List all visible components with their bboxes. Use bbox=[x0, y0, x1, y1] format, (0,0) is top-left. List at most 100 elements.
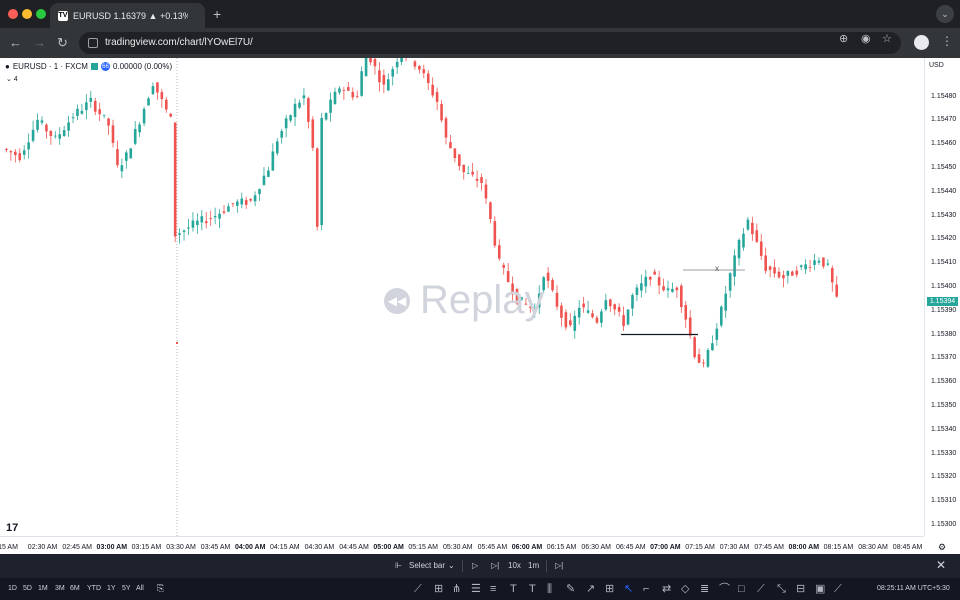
grid-icon[interactable]: ⊞ bbox=[605, 583, 614, 595]
candle-body[interactable] bbox=[471, 171, 474, 175]
candle-body[interactable] bbox=[18, 153, 22, 161]
candle-body[interactable] bbox=[480, 177, 483, 183]
candle-body[interactable] bbox=[582, 303, 585, 308]
candle-body[interactable] bbox=[786, 270, 790, 276]
arrows-icon[interactable]: ⇄ bbox=[662, 583, 671, 595]
candle-body[interactable] bbox=[107, 118, 110, 126]
candle-body[interactable] bbox=[475, 178, 479, 181]
candle-body[interactable] bbox=[777, 271, 781, 278]
candle-body[interactable] bbox=[129, 148, 133, 159]
candle-body[interactable] bbox=[275, 141, 279, 154]
avatar[interactable] bbox=[914, 35, 929, 50]
candle-body[interactable] bbox=[564, 312, 568, 328]
new-tab-icon[interactable]: + bbox=[213, 6, 221, 22]
path-icon[interactable]: ⟋ bbox=[757, 583, 765, 595]
candle-body[interactable] bbox=[724, 293, 728, 311]
range-button-3m[interactable]: 3M bbox=[55, 585, 65, 592]
candle-body[interactable] bbox=[466, 173, 470, 174]
candle-body[interactable] bbox=[182, 230, 186, 232]
candle-body[interactable] bbox=[338, 88, 341, 93]
eye-icon[interactable]: ◉ bbox=[861, 32, 871, 45]
range-button-1y[interactable]: 1Y bbox=[107, 585, 116, 592]
candle-body[interactable] bbox=[640, 283, 643, 291]
candle-body[interactable] bbox=[204, 221, 208, 224]
clock-timezone[interactable]: 08:25:11 AM UTC+5:30 bbox=[877, 585, 950, 592]
select-bar-button[interactable]: Select bar bbox=[409, 561, 445, 570]
trend-line-icon[interactable]: ⟋ bbox=[414, 583, 422, 595]
candle-body[interactable] bbox=[369, 58, 372, 63]
range-button-1m[interactable]: 1M bbox=[38, 585, 48, 592]
candle-body[interactable] bbox=[813, 260, 816, 265]
speed-button[interactable]: 10x bbox=[508, 561, 521, 570]
candle-body[interactable] bbox=[85, 102, 88, 111]
candle-body[interactable] bbox=[644, 276, 648, 287]
close-window-button[interactable] bbox=[8, 9, 18, 19]
candle-body[interactable] bbox=[125, 152, 128, 161]
candle-body[interactable] bbox=[386, 79, 390, 91]
candle-body[interactable] bbox=[311, 119, 315, 148]
candle-body[interactable] bbox=[755, 230, 759, 242]
candle-body[interactable] bbox=[817, 260, 821, 263]
candle-body[interactable] bbox=[440, 104, 443, 121]
candle-body[interactable] bbox=[822, 257, 825, 267]
candle-body[interactable] bbox=[835, 284, 839, 297]
close-replay-icon[interactable]: ✕ bbox=[936, 558, 946, 572]
candle-body[interactable] bbox=[546, 272, 550, 281]
candle-body[interactable] bbox=[49, 130, 53, 137]
indicators-collapse-toggle[interactable]: ⌄ 4 bbox=[6, 75, 18, 83]
callout-icon[interactable]: ⌐ bbox=[643, 583, 649, 595]
candle-body[interactable] bbox=[58, 134, 62, 139]
candle-body[interactable] bbox=[27, 142, 30, 150]
candle-body[interactable] bbox=[342, 90, 346, 91]
candle-body[interactable] bbox=[98, 109, 101, 115]
candle-body[interactable] bbox=[617, 307, 621, 312]
candle-body[interactable] bbox=[244, 200, 248, 205]
candle-body[interactable] bbox=[560, 305, 563, 318]
interval-button[interactable]: 1m bbox=[528, 561, 539, 570]
candle-body[interactable] bbox=[395, 61, 399, 68]
candle-body[interactable] bbox=[249, 199, 252, 201]
candle-body[interactable] bbox=[116, 149, 119, 166]
candle-body[interactable] bbox=[555, 292, 559, 307]
fib-icon[interactable]: ☰ bbox=[471, 583, 481, 595]
candle-body[interactable] bbox=[453, 148, 457, 159]
candle-body[interactable] bbox=[573, 315, 577, 331]
candle-body[interactable] bbox=[164, 99, 168, 110]
candle-body[interactable] bbox=[795, 270, 799, 275]
candle-body[interactable] bbox=[22, 150, 26, 155]
candle-body[interactable] bbox=[702, 362, 705, 364]
candle-body[interactable] bbox=[178, 233, 181, 235]
candle-body[interactable] bbox=[462, 164, 466, 173]
candle-body[interactable] bbox=[662, 286, 665, 291]
candle-body[interactable] bbox=[666, 288, 670, 291]
candle-body[interactable] bbox=[93, 100, 97, 112]
candle-body[interactable] bbox=[80, 110, 84, 114]
candle-body[interactable] bbox=[200, 216, 204, 223]
chart-settings-gear-icon[interactable]: ⚙ bbox=[938, 542, 946, 553]
candle-body[interactable] bbox=[36, 119, 39, 130]
candle-body[interactable] bbox=[826, 263, 830, 265]
candle-body[interactable] bbox=[138, 124, 141, 133]
range-button-ytd[interactable]: YTD bbox=[87, 585, 101, 592]
candle-body[interactable] bbox=[76, 108, 79, 116]
site-info-icon[interactable] bbox=[88, 38, 98, 48]
candle-body[interactable] bbox=[111, 125, 115, 143]
candle-body[interactable] bbox=[569, 320, 572, 326]
image-icon[interactable]: ▣ bbox=[815, 583, 825, 595]
candle-body[interactable] bbox=[773, 267, 776, 274]
jump-to-realtime-icon[interactable]: ▷| bbox=[555, 561, 563, 570]
candle-body[interactable] bbox=[240, 198, 244, 205]
candle-body[interactable] bbox=[577, 307, 581, 318]
candle-body[interactable] bbox=[768, 266, 772, 270]
cross-line-icon[interactable]: ⊞ bbox=[434, 583, 443, 595]
candle-body[interactable] bbox=[351, 92, 355, 98]
candle-body[interactable] bbox=[5, 148, 8, 151]
candle-body[interactable] bbox=[697, 354, 701, 363]
candle-body[interactable] bbox=[551, 279, 554, 291]
candle-body[interactable] bbox=[737, 239, 741, 259]
candle-body[interactable] bbox=[711, 343, 714, 351]
candle-body[interactable] bbox=[382, 74, 386, 85]
candle-body[interactable] bbox=[426, 73, 430, 83]
candle-body[interactable] bbox=[222, 211, 226, 213]
candle-body[interactable] bbox=[626, 309, 630, 325]
